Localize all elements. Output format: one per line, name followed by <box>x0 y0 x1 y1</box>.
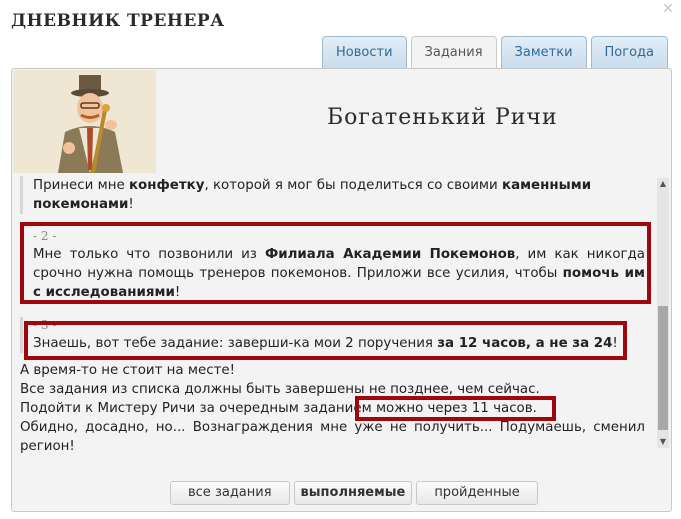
status-line: А время-то не стоит на месте! <box>20 363 235 378</box>
highlight-box <box>24 321 627 360</box>
scroll-up-icon[interactable]: ▲ <box>657 178 669 190</box>
tab-bar: Новости Задания Заметки Погода <box>322 36 668 70</box>
highlight-box <box>355 396 556 421</box>
tab-quests[interactable]: Задания <box>410 36 497 70</box>
app-title: Дневник тренера <box>11 11 225 31</box>
npc-portrait <box>13 70 156 174</box>
quest-text-bold: конфетку <box>128 178 205 193</box>
quest-intro-block: Принеси мне конфетку, которой я мог бы п… <box>20 176 645 214</box>
tab-weather[interactable]: Погода <box>590 36 668 68</box>
tab-notes[interactable]: Заметки <box>500 36 587 68</box>
highlight-box <box>20 222 651 304</box>
tab-news[interactable]: Новости <box>322 36 407 68</box>
quest-text-run: Принеси мне <box>33 178 129 193</box>
close-icon[interactable]: ✕ <box>661 2 675 16</box>
filter-active-button[interactable]: выполняемые <box>293 481 413 505</box>
status-line: Обидно, досадно, но... Вознаграждения мн… <box>20 420 645 454</box>
npc-name: Богатенький Ричи <box>327 105 558 130</box>
scroll-down-icon[interactable]: ▼ <box>657 436 669 448</box>
status-text: Подойти к Мистеру Ричи за очередным зада… <box>20 401 372 416</box>
filter-completed-button[interactable]: пройденные <box>416 481 538 505</box>
scroll-thumb[interactable] <box>658 306 668 430</box>
filter-all-button[interactable]: все задания <box>170 481 290 505</box>
scrollbar[interactable]: ▲ ▼ <box>657 178 669 448</box>
quest-text-run: ! <box>128 197 134 212</box>
quest-filter-bar: все задания выполняемые пройденные <box>170 481 538 505</box>
quest-text-run: , которой я мог бы поделиться со своими <box>204 178 502 193</box>
